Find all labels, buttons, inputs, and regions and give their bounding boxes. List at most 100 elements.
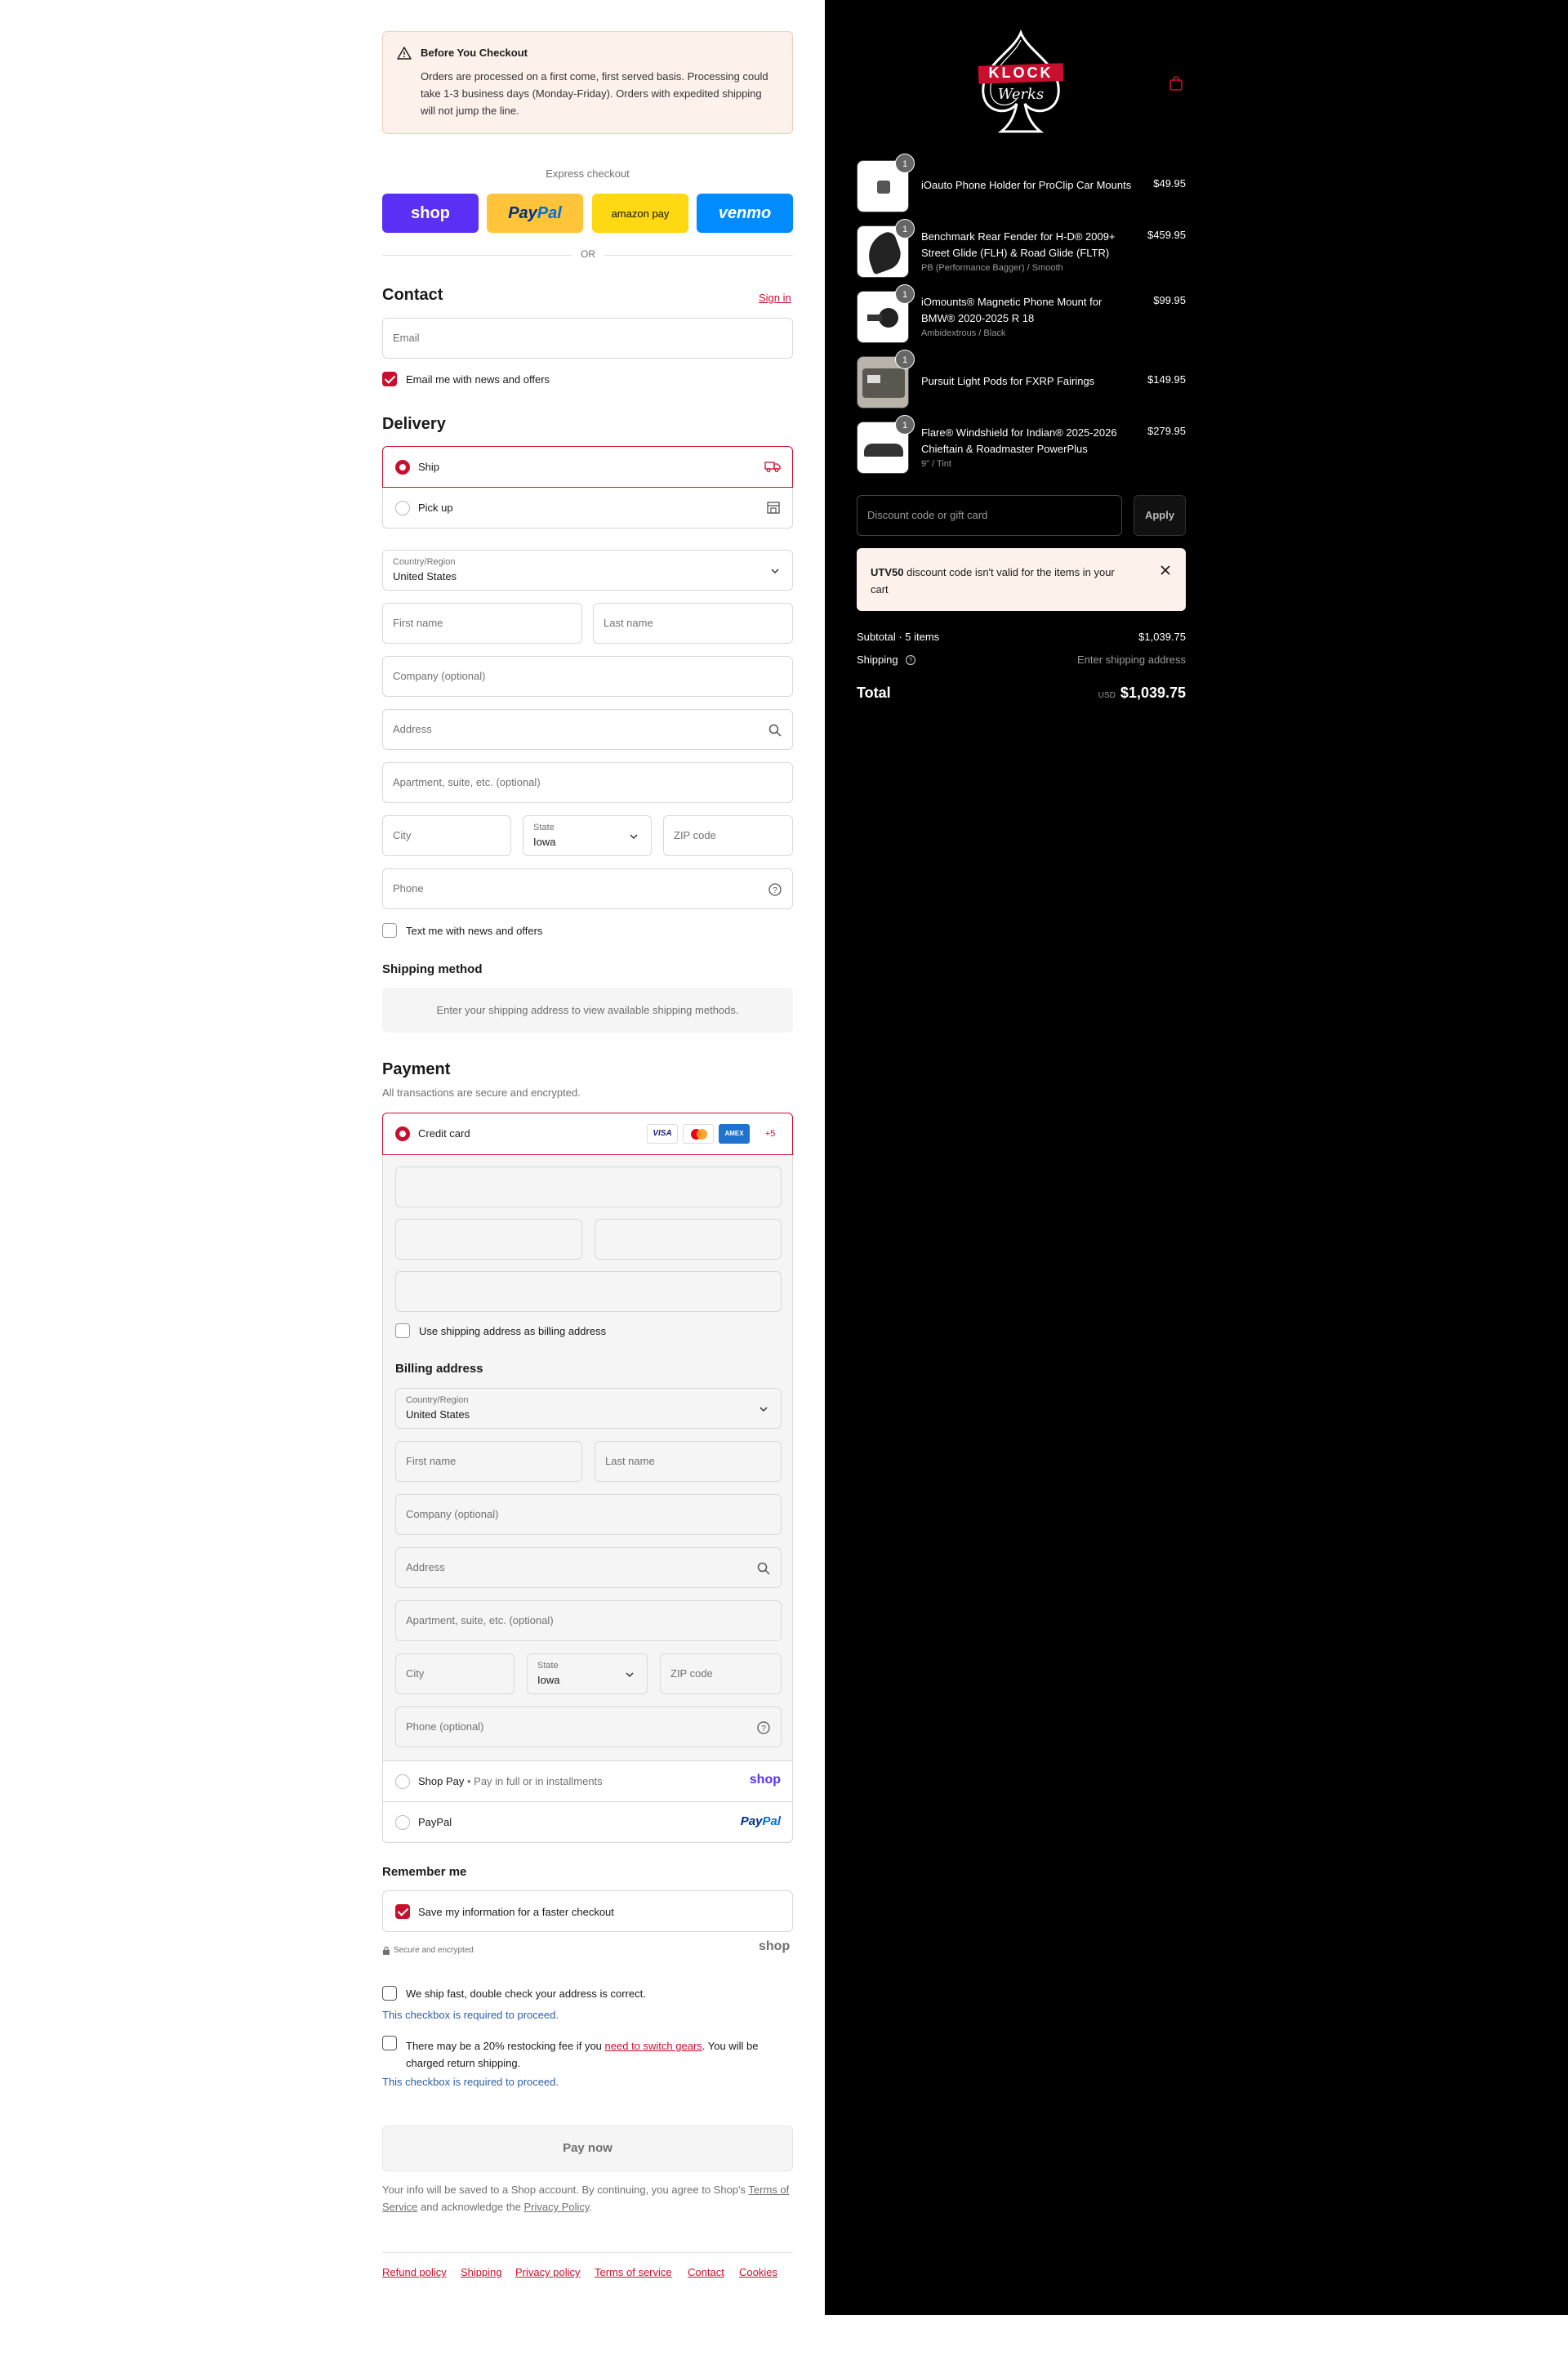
- amazon-pay-logo: amazon pay: [611, 207, 670, 220]
- restocking-checkbox[interactable]: [382, 2036, 397, 2050]
- shop-pay-radio[interactable]: [395, 1774, 410, 1789]
- card-expiry-field[interactable]: [395, 1219, 582, 1260]
- billing-company-field[interactable]: Company (optional): [395, 1494, 782, 1535]
- warning-icon: [397, 47, 412, 60]
- shop-pay-button[interactable]: shop: [382, 194, 479, 233]
- save-info-label: Save my information for a faster checkou…: [418, 1906, 614, 1918]
- privacy-link[interactable]: Privacy Policy: [523, 2201, 589, 2213]
- use-shipping-checkbox[interactable]: [395, 1323, 410, 1338]
- cart-item: 1 Flare® Windshield for Indian® 2025-202…: [857, 415, 1186, 474]
- shipping-link[interactable]: Shipping: [461, 2266, 502, 2278]
- checkout-notice: Before You Checkout Orders are processed…: [382, 31, 793, 134]
- help-circle-icon[interactable]: ?: [905, 654, 916, 666]
- country-select[interactable]: Country/Region United States: [382, 550, 793, 591]
- quantity-badge: 1: [895, 415, 915, 435]
- pickup-radio[interactable]: [395, 501, 410, 515]
- secure-label: Secure and encrypted: [394, 1946, 474, 1955]
- shipping-label: Shipping: [857, 654, 898, 666]
- item-name: iOmounts® Magnetic Phone Mount for BMW® …: [921, 296, 1102, 324]
- item-price: $49.95: [1153, 177, 1186, 190]
- shipping-method-heading: Shipping method: [382, 962, 483, 976]
- privacy-policy-link[interactable]: Privacy policy: [515, 2266, 580, 2278]
- truck-icon: [764, 462, 781, 472]
- text-news-checkbox[interactable]: [382, 923, 397, 938]
- address-field[interactable]: Address: [382, 709, 793, 750]
- checkout-form-column: Before You Checkout Orders are processed…: [0, 0, 825, 2378]
- help-circle-icon[interactable]: ?: [768, 882, 782, 897]
- pickup-option[interactable]: Pick up: [382, 488, 793, 529]
- city-field[interactable]: City: [382, 815, 511, 856]
- close-icon[interactable]: [1160, 564, 1171, 576]
- billing-first-name-field[interactable]: First name: [395, 1441, 582, 1482]
- or-divider-text: OR: [572, 248, 604, 260]
- ship-radio[interactable]: [395, 460, 410, 475]
- chevron-down-icon: [771, 569, 779, 574]
- ship-fast-label: We ship fast, double check your address …: [406, 1988, 646, 2000]
- contact-heading: Contact: [382, 286, 443, 304]
- cookies-link[interactable]: Cookies: [739, 2266, 777, 2278]
- first-name-field[interactable]: First name: [382, 603, 582, 644]
- currency-code: USD: [1098, 691, 1116, 700]
- card-number-field[interactable]: [395, 1167, 782, 1207]
- shop-pay-logo: shop: [749, 1773, 781, 1787]
- klock-werks-logo[interactable]: KLOCK Werks: [972, 29, 1070, 139]
- zip-field[interactable]: ZIP code: [663, 815, 793, 856]
- billing-country-select[interactable]: Country/Region United States: [395, 1388, 782, 1429]
- billing-apartment-field[interactable]: Apartment, suite, etc. (optional): [395, 1600, 782, 1641]
- save-info-checkbox[interactable]: [395, 1904, 410, 1919]
- terms-of-service-link[interactable]: Terms of service: [595, 2266, 672, 2278]
- credit-card-option[interactable]: Credit card VISA AMEX +5: [382, 1113, 793, 1155]
- venmo-button[interactable]: venmo: [697, 194, 793, 233]
- quantity-badge: 1: [895, 284, 915, 304]
- item-price: $279.95: [1147, 425, 1186, 437]
- apartment-field[interactable]: Apartment, suite, etc. (optional): [382, 762, 793, 803]
- paypal-option[interactable]: PayPal PayPal: [382, 1802, 793, 1843]
- pay-now-button[interactable]: Pay now: [382, 2126, 793, 2171]
- phone-field[interactable]: Phone ?: [382, 868, 793, 909]
- card-cvv-field[interactable]: [595, 1219, 782, 1260]
- notice-body: Orders are processed on a first come, fi…: [421, 70, 768, 117]
- refund-policy-link[interactable]: Refund policy: [382, 2266, 447, 2278]
- quantity-badge: 1: [895, 154, 915, 173]
- company-field[interactable]: Company (optional): [382, 656, 793, 697]
- sign-in-link[interactable]: Sign in: [759, 292, 791, 304]
- billing-phone-field[interactable]: Phone (optional) ?: [395, 1707, 782, 1747]
- card-name-field[interactable]: [395, 1271, 782, 1312]
- subtotal-label: Subtotal · 5 items: [857, 631, 940, 643]
- billing-address-field[interactable]: Address: [395, 1547, 782, 1588]
- cart-item: 1 iOmounts® Magnetic Phone Mount for BMW…: [857, 284, 1186, 343]
- search-icon: [757, 1562, 770, 1575]
- shopping-bag-icon[interactable]: [1168, 75, 1184, 91]
- billing-last-name-field[interactable]: Last name: [595, 1441, 782, 1482]
- last-name-field[interactable]: Last name: [593, 603, 793, 644]
- help-circle-icon[interactable]: ?: [756, 1720, 771, 1735]
- apply-button[interactable]: Apply: [1134, 495, 1186, 536]
- express-checkout-label: Express checkout: [546, 167, 630, 180]
- billing-state-select[interactable]: State Iowa: [527, 1653, 648, 1694]
- required-error: This checkbox is required to proceed.: [382, 2076, 559, 2088]
- credit-card-label: Credit card: [418, 1127, 470, 1140]
- visa-icon: VISA: [647, 1124, 678, 1144]
- ship-fast-checkbox[interactable]: [382, 1986, 397, 2001]
- billing-city-field[interactable]: City: [395, 1653, 514, 1694]
- switch-gears-link[interactable]: need to switch gears: [605, 2040, 702, 2052]
- item-variant: 9" / Tint: [921, 459, 951, 469]
- credit-card-radio[interactable]: [395, 1127, 410, 1141]
- shop-pay-option[interactable]: Shop Pay • Pay in full or in installment…: [382, 1761, 793, 1802]
- item-variant: PB (Performance Bagger) / Smooth: [921, 263, 1063, 273]
- logo-script-text: Werks: [997, 86, 1045, 103]
- shipping-method-message: Enter your shipping address to view avai…: [382, 988, 793, 1033]
- contact-link[interactable]: Contact: [688, 2266, 724, 2278]
- paypal-button[interactable]: PayPal: [487, 194, 583, 233]
- save-info-box[interactable]: Save my information for a faster checkou…: [382, 1890, 793, 1932]
- state-select[interactable]: State Iowa: [523, 815, 652, 856]
- email-news-checkbox[interactable]: [382, 372, 397, 386]
- email-field[interactable]: Email: [382, 318, 793, 359]
- ship-option[interactable]: Ship: [382, 446, 793, 488]
- billing-zip-field[interactable]: ZIP code: [660, 1653, 782, 1694]
- discount-input[interactable]: Discount code or gift card: [857, 495, 1122, 536]
- total-label: Total: [857, 685, 891, 701]
- paypal-radio[interactable]: [395, 1815, 410, 1830]
- legal-text: Your info will be saved to a Shop accoun…: [382, 2184, 790, 2213]
- amazon-pay-button[interactable]: amazon pay: [592, 194, 688, 233]
